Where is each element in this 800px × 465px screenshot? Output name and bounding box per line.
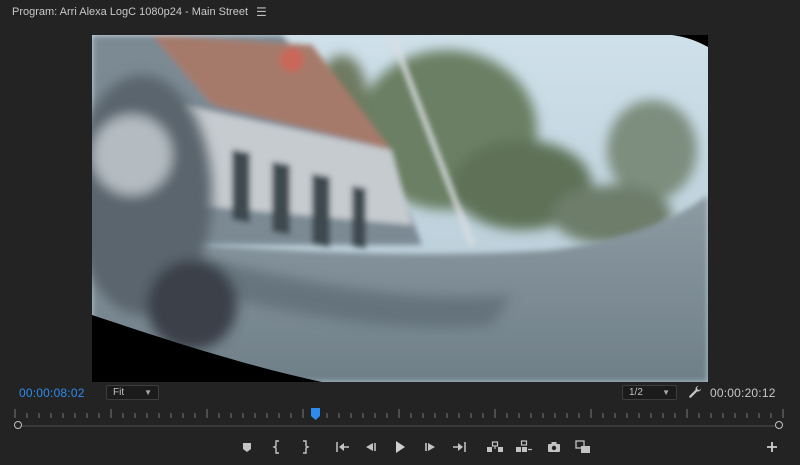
- playback-resolution-value: 1/2: [629, 387, 643, 398]
- transport-controls: [0, 438, 800, 456]
- time-ruler[interactable]: [13, 408, 785, 422]
- playback-resolution-select[interactable]: 1/2 ▼: [622, 385, 677, 400]
- play-icon[interactable]: [391, 438, 409, 456]
- hamburger-menu-icon[interactable]: ☰: [256, 6, 267, 18]
- step-forward-icon[interactable]: [421, 438, 439, 456]
- zoom-level-select[interactable]: Fit ▼: [106, 385, 159, 400]
- go-to-in-icon[interactable]: [334, 438, 352, 456]
- current-timecode[interactable]: 00:00:08:02: [19, 386, 85, 400]
- program-monitor-video[interactable]: [92, 35, 708, 382]
- duration-timecode: 00:00:20:12: [710, 386, 776, 400]
- zoom-scroll-bar[interactable]: [18, 425, 780, 427]
- add-button-plus-icon[interactable]: [763, 438, 781, 456]
- panel-header: Program: Arri Alexa LogC 1080p24 - Main …: [0, 0, 800, 24]
- playhead-marker[interactable]: [311, 408, 320, 420]
- wrench-icon[interactable]: [688, 385, 702, 399]
- zoom-scroll-handle-left[interactable]: [14, 421, 22, 429]
- add-marker-icon[interactable]: [238, 438, 256, 456]
- chevron-down-icon: ▼: [662, 388, 670, 397]
- mark-in-icon[interactable]: [268, 438, 286, 456]
- export-frame-camera-icon[interactable]: [545, 438, 563, 456]
- lift-icon[interactable]: [486, 438, 504, 456]
- zoom-level-value: Fit: [113, 387, 125, 398]
- panel-title[interactable]: Program: Arri Alexa LogC 1080p24 - Main …: [12, 6, 248, 18]
- go-to-out-icon[interactable]: [450, 438, 468, 456]
- extract-icon[interactable]: [515, 438, 533, 456]
- chevron-down-icon: ▼: [144, 388, 152, 397]
- step-back-icon[interactable]: [362, 438, 380, 456]
- comparison-view-icon[interactable]: [574, 438, 592, 456]
- zoom-scroll-handle-right[interactable]: [775, 421, 783, 429]
- mark-out-icon[interactable]: [296, 438, 314, 456]
